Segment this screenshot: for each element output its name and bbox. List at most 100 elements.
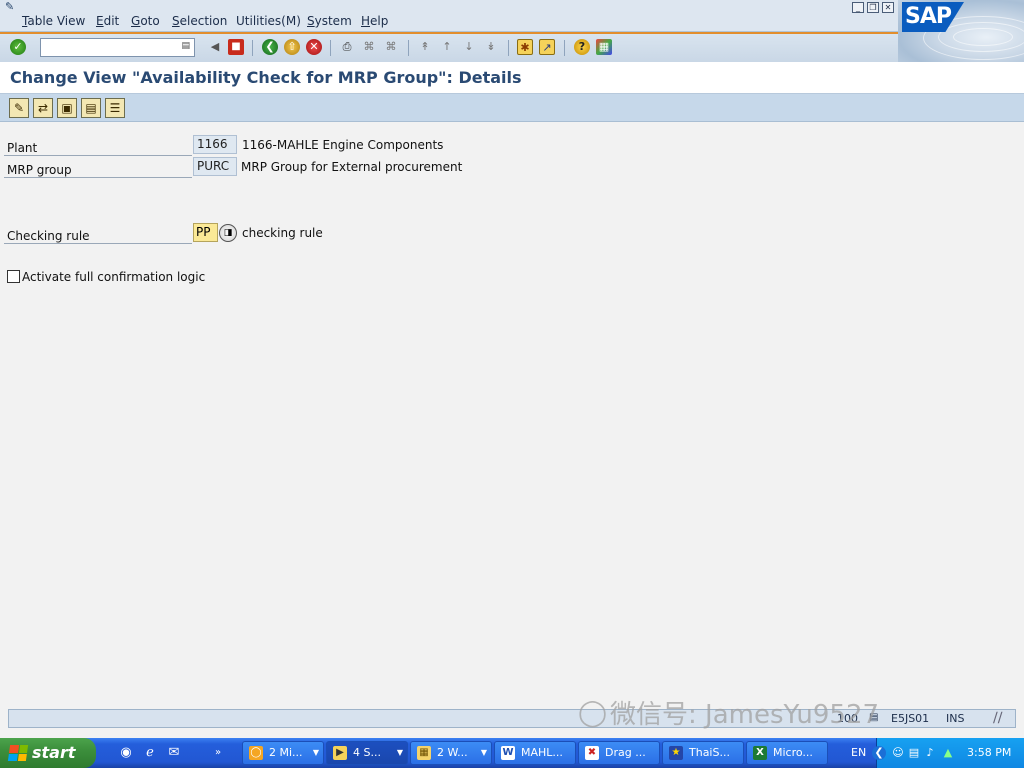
checking-rule-input[interactable]: PP [193, 223, 218, 242]
group-arrow-icon: ▼ [480, 748, 487, 757]
command-field[interactable]: ▤ [40, 38, 195, 57]
menu-goto[interactable]: Goto [131, 14, 160, 28]
taskbar-button-drag[interactable]: ✖ Drag ... [578, 741, 660, 765]
toolbar-separator [564, 40, 565, 56]
restore-icon[interactable]: ❐ [867, 2, 879, 13]
mrp-group-description: MRP Group for External procurement [241, 160, 463, 174]
folder-icon: ▦ [417, 746, 431, 760]
menu-utilities[interactable]: Utilities(M) [236, 14, 301, 28]
command-input[interactable] [41, 39, 181, 56]
thai-icon: ★ [669, 746, 683, 760]
watermark-text: 微信号: JamesYu9527 [610, 700, 880, 730]
taskbar-button-windows-explorer[interactable]: ▦ 2 W... ▼ [410, 741, 492, 765]
next-page-icon[interactable]: ↓ [461, 39, 477, 55]
menu-table-view[interactable]: Table View [22, 14, 85, 28]
network-icon[interactable]: ▤ [907, 746, 921, 760]
language-indicator[interactable]: EN [851, 746, 866, 759]
toolbar-separator [252, 40, 253, 56]
wireless-icon[interactable]: ▲ [941, 746, 955, 760]
find-next-icon[interactable]: ⌘ [383, 39, 399, 55]
menu-system-rest: ystem [314, 14, 352, 28]
minimize-icon[interactable]: _ [852, 2, 864, 13]
taskbar-button-word[interactable]: W MAHL... [494, 741, 576, 765]
task-label: ThaiS... [689, 746, 730, 759]
status-server: E5JS01 [891, 712, 930, 725]
menu-utilities-label: Utilities(M) [236, 14, 301, 28]
start-label: start [32, 743, 76, 762]
internet-explorer-icon[interactable]: ℯ [142, 745, 158, 761]
menu-edit-rest: dit [103, 14, 120, 28]
task-label: MAHL... [521, 746, 563, 759]
taskbar-button-outlook[interactable]: ◯ 2 Mi... ▼ [242, 741, 324, 765]
previous-page-icon[interactable]: ↑ [439, 39, 455, 55]
mrp-group-field[interactable]: PURC [193, 157, 237, 176]
menu-edit[interactable]: Edit [96, 14, 119, 28]
task-label: Drag ... [605, 746, 646, 759]
system-tray: EN ❮ ☺ ▤ ♪ ▲ 3:58 PM [851, 738, 1024, 768]
application-toolbar: ✎ ⇄ ▣ ▤ ☰ [0, 94, 1024, 122]
tray-expand-icon[interactable]: ❮ [872, 746, 886, 760]
other-entry-icon[interactable]: ⇄ [33, 98, 53, 118]
menu-selection-rest: election [179, 14, 228, 28]
save-icon[interactable]: ■ [228, 39, 244, 55]
enter-icon[interactable]: ✓ [10, 39, 26, 55]
display-change-icon[interactable]: ✎ [9, 98, 29, 118]
menu-help[interactable]: Help [361, 14, 388, 28]
group-arrow-icon: ▼ [312, 748, 319, 757]
shortcut-icon[interactable]: ↗ [539, 39, 555, 55]
taskbar-button-excel[interactable]: X Micro... [746, 741, 828, 765]
taskbar-button-thai[interactable]: ★ ThaiS... [662, 741, 744, 765]
logo-green [18, 745, 29, 753]
help-icon[interactable]: ? [574, 39, 590, 55]
wechat-icon: ◯ [578, 698, 608, 728]
task-label: 4 S... [353, 746, 381, 759]
title-bar: Change View "Availability Check for MRP … [0, 62, 1024, 94]
last-page-icon[interactable]: ↡ [483, 39, 499, 55]
exit-icon[interactable]: ⇧ [284, 39, 300, 55]
clock[interactable]: 3:58 PM [967, 746, 1011, 759]
plant-field[interactable]: 1166 [193, 135, 237, 154]
page-title: Change View "Availability Check for MRP … [10, 68, 522, 87]
back-icon[interactable]: ❮ [262, 39, 278, 55]
customize-layout-icon[interactable]: ▦ [596, 39, 612, 55]
windows-logo-icon [7, 745, 29, 761]
print-icon[interactable]: ⎙ [339, 39, 355, 55]
history-icon[interactable]: ▤ [181, 41, 190, 51]
first-page-icon[interactable]: ↟ [417, 39, 433, 55]
window-controls: _ ❐ ✕ [852, 2, 894, 13]
next-entry-icon[interactable]: ▤ [81, 98, 101, 118]
menu-edit-accel: E [96, 14, 104, 28]
quicklaunch-more-icon[interactable]: » [210, 745, 226, 761]
menu-selection[interactable]: Selection [172, 14, 227, 28]
variable-list-icon[interactable]: ☰ [105, 98, 125, 118]
volume-icon[interactable]: ♪ [923, 746, 937, 760]
back-arrow-icon[interactable]: ◀ [207, 39, 223, 55]
logo-blue [7, 753, 18, 761]
value-help-icon[interactable]: ◨ [219, 224, 237, 242]
menu-goto-accel: G [131, 14, 141, 28]
plant-label: Plant [4, 135, 192, 156]
start-button[interactable]: start [0, 738, 96, 768]
messenger-icon[interactable]: ☺ [891, 746, 905, 760]
toolbar-separator [508, 40, 509, 56]
menu-system[interactable]: System [307, 14, 352, 28]
full-confirmation-label: Activate full confirmation logic [22, 270, 206, 284]
menu-goto-rest: oto [140, 14, 160, 28]
find-icon[interactable]: ⌘ [361, 39, 377, 55]
outlook-icon: ◯ [249, 746, 263, 760]
previous-entry-icon[interactable]: ▣ [57, 98, 77, 118]
create-session-icon[interactable]: ✱ [517, 39, 533, 55]
task-label: 2 Mi... [269, 746, 303, 759]
resize-grip-icon[interactable]: ∕∕ [993, 710, 1002, 726]
full-confirmation-checkbox[interactable] [7, 270, 20, 283]
toolbar-separator [330, 40, 331, 56]
plant-description: 1166-MAHLE Engine Components [242, 138, 444, 152]
checking-rule-description: checking rule [242, 226, 323, 240]
desktop-icon[interactable]: ◉ [118, 745, 134, 761]
taskbar-button-sap[interactable]: ▶ 4 S... ▼ [326, 741, 408, 765]
outlook-quicklaunch-icon[interactable]: ✉ [166, 745, 182, 761]
menu-system-accel: S [307, 14, 315, 28]
system-menu-icon[interactable]: ✎ [5, 1, 19, 13]
close-icon[interactable]: ✕ [882, 2, 894, 13]
cancel-icon[interactable]: ✕ [306, 39, 322, 55]
